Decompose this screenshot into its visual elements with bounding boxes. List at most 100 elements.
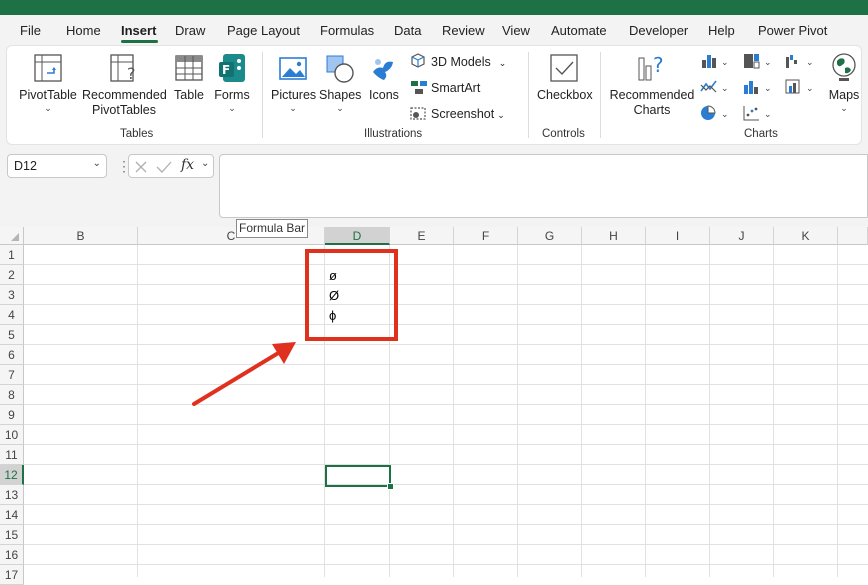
grid-line: [24, 404, 868, 405]
checkbox-icon: [550, 54, 578, 82]
recommended-charts-button[interactable]: Recommended Charts: [609, 88, 695, 118]
column-header-i[interactable]: I: [646, 227, 710, 245]
annotation-arrow: [192, 342, 296, 406]
grid-line: [24, 424, 868, 425]
column-header-partial[interactable]: [838, 227, 868, 245]
tab-automate[interactable]: Automate: [551, 23, 607, 38]
group-label-controls: Controls: [542, 128, 585, 140]
tab-help[interactable]: Help: [708, 23, 735, 38]
row-header[interactable]: 9: [0, 405, 24, 425]
pivottable-icon: [34, 54, 62, 82]
row-header[interactable]: 16: [0, 545, 24, 565]
grid-line: [24, 264, 868, 265]
row-header[interactable]: 11: [0, 445, 24, 465]
pivottable-button[interactable]: PivotTable ⌄: [19, 88, 77, 113]
grid-line: [645, 245, 646, 577]
tab-home[interactable]: Home: [66, 23, 101, 38]
formula-bar-tooltip: Formula Bar: [236, 219, 309, 238]
statistic-chart-icon[interactable]: ⌄: [743, 79, 773, 95]
icons-button[interactable]: Icons: [366, 88, 402, 103]
grid-line: [24, 504, 868, 505]
grid-line: [24, 484, 868, 485]
tab-developer[interactable]: Developer: [629, 23, 688, 38]
tab-power-pivot[interactable]: Power Pivot: [758, 23, 827, 38]
select-all-button[interactable]: [0, 227, 24, 245]
group-separator: [528, 52, 529, 138]
row-header[interactable]: 17: [0, 565, 24, 585]
column-header-d[interactable]: D: [325, 227, 390, 245]
hierarchy-chart-icon[interactable]: ⌄: [743, 53, 773, 69]
3d-models-button[interactable]: 3D Models ⌄: [431, 55, 506, 69]
active-cell-d12[interactable]: [325, 465, 391, 487]
name-box[interactable]: D12 ⌄: [7, 154, 107, 178]
svg-text:⌄: ⌄: [764, 58, 772, 68]
cancel-icon[interactable]: [134, 160, 148, 174]
column-header-g[interactable]: G: [518, 227, 582, 245]
column-header-f[interactable]: F: [454, 227, 518, 245]
waterfall-chart-icon[interactable]: ⌄: [785, 53, 815, 69]
row-header[interactable]: 4: [0, 305, 24, 325]
pie-chart-icon[interactable]: ⌄: [700, 105, 730, 121]
tab-page-layout[interactable]: Page Layout: [227, 23, 300, 38]
pictures-button[interactable]: Pictures ⌄: [271, 88, 316, 113]
tab-data[interactable]: Data: [394, 23, 421, 38]
table-button[interactable]: Table: [172, 88, 206, 103]
row-header[interactable]: 15: [0, 525, 24, 545]
row-header[interactable]: 1: [0, 245, 24, 265]
highlight-box: [305, 249, 398, 341]
recommended-pivottables-icon: ?: [110, 54, 136, 83]
column-header-h[interactable]: H: [582, 227, 646, 245]
row-header[interactable]: 2: [0, 265, 24, 285]
insert-function-icon[interactable]: fx: [181, 157, 194, 173]
grid-line: [24, 344, 868, 345]
worksheet-grid: B C D E F G H I J K 1 2 3 4 5 6 7 8 9 10…: [0, 227, 868, 585]
group-label-tables: Tables: [120, 128, 154, 140]
tab-formulas[interactable]: Formulas: [320, 23, 374, 38]
row-header[interactable]: 8: [0, 385, 24, 405]
maps-button[interactable]: Maps ⌄: [825, 88, 863, 113]
group-label-charts: Charts: [744, 128, 778, 140]
scatter-chart-icon[interactable]: ⌄: [743, 105, 773, 121]
screenshot-button[interactable]: Screenshot ⌄: [431, 107, 505, 121]
active-tab-indicator: [121, 40, 158, 43]
line-chart-icon[interactable]: ⌄: [700, 79, 730, 95]
tab-review[interactable]: Review: [442, 23, 485, 38]
grid-line: [837, 245, 838, 577]
table-icon: [175, 55, 203, 81]
grid-line: [24, 284, 868, 285]
column-header-b[interactable]: B: [24, 227, 138, 245]
grid-line: [709, 245, 710, 577]
svg-text:⌄: ⌄: [721, 58, 729, 68]
tab-draw[interactable]: Draw: [175, 23, 205, 38]
shapes-button[interactable]: Shapes ⌄: [319, 88, 361, 113]
row-header[interactable]: 3: [0, 285, 24, 305]
row-header[interactable]: 10: [0, 425, 24, 445]
recommended-pivottables-button[interactable]: Recommended PivotTables: [82, 88, 167, 118]
smartart-button[interactable]: SmartArt: [431, 81, 480, 95]
pivotchart-icon[interactable]: ⌄: [785, 79, 815, 95]
column-header-e[interactable]: E: [390, 227, 454, 245]
row-header[interactable]: 12: [0, 465, 24, 485]
column-header-k[interactable]: K: [774, 227, 838, 245]
grid-line: [24, 384, 868, 385]
tab-file[interactable]: File: [20, 23, 41, 38]
tab-view[interactable]: View: [502, 23, 530, 38]
grid-line: [137, 245, 138, 577]
column-header-j[interactable]: J: [710, 227, 774, 245]
grid-line: [24, 524, 868, 525]
row-header[interactable]: 13: [0, 485, 24, 505]
chevron-down-icon[interactable]: ⌄: [93, 158, 101, 169]
column-chart-icon[interactable]: ⌄: [700, 53, 730, 69]
row-header[interactable]: 6: [0, 345, 24, 365]
row-header[interactable]: 5: [0, 325, 24, 345]
fill-handle[interactable]: [387, 483, 394, 490]
forms-button[interactable]: Forms ⌄: [212, 88, 252, 113]
chevron-down-icon[interactable]: ⌄: [201, 158, 209, 169]
row-header[interactable]: 14: [0, 505, 24, 525]
row-header[interactable]: 7: [0, 365, 24, 385]
checkbox-button[interactable]: Checkbox: [537, 88, 593, 103]
smartart-icon: [411, 81, 427, 94]
enter-check-icon[interactable]: [156, 160, 172, 174]
formula-input[interactable]: [219, 154, 868, 218]
tab-insert[interactable]: Insert: [121, 23, 156, 38]
